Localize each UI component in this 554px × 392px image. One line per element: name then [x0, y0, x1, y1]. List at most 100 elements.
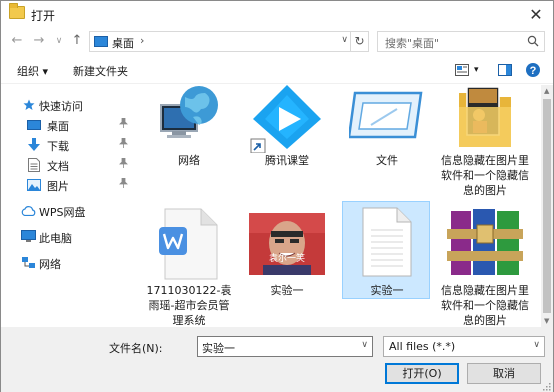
- photo-watermark-text: 袁尔一笑: [269, 252, 305, 264]
- download-icon: [28, 138, 40, 151]
- breadcrumb-chevron-icon[interactable]: ›: [140, 34, 144, 47]
- sidebar-item-pictures[interactable]: 图片: [1, 175, 139, 195]
- preview-pane-icon: [498, 64, 512, 76]
- cancel-button[interactable]: 取消: [467, 363, 541, 384]
- filename-value[interactable]: 实验一: [202, 340, 235, 356]
- change-view-button[interactable]: [455, 64, 469, 79]
- file-name: 腾讯课堂: [265, 154, 309, 167]
- search-icon[interactable]: [527, 35, 539, 47]
- sidebar-item-desktop[interactable]: 桌面: [1, 115, 139, 135]
- file-name: 1711030122-袁雨瑶-超市会员管理系统: [146, 284, 232, 327]
- refresh-icon: ↻: [354, 34, 365, 48]
- help-icon: ?: [526, 63, 540, 77]
- resize-grip-icon[interactable]: [541, 381, 551, 391]
- sidebar-item-downloads[interactable]: 下载: [1, 135, 139, 155]
- desktop-icon: [94, 36, 108, 47]
- pin-icon: [119, 117, 128, 131]
- close-button[interactable]: ✕: [519, 1, 553, 27]
- filename-input[interactable]: 实验一 ∨: [197, 336, 373, 357]
- help-button[interactable]: ?: [525, 62, 541, 81]
- forward-arrow-icon: →: [33, 33, 45, 48]
- sidebar-item-this-pc[interactable]: 此电脑: [1, 227, 139, 247]
- file-item[interactable]: 腾讯课堂: [243, 81, 331, 177]
- preview-pane-button[interactable]: [498, 64, 512, 79]
- photo-thumbnail-icon: 袁尔一笑: [249, 213, 325, 275]
- network-globe-icon: [160, 86, 218, 138]
- navigation-pane: 快速访问 桌面 下载 文档 图片 WPS网盘 此电脑 网络: [1, 85, 139, 325]
- scroll-up-icon[interactable]: ▲: [544, 87, 549, 95]
- file-name: 文件: [376, 154, 398, 167]
- refresh-button[interactable]: ↻: [350, 32, 368, 51]
- back-arrow-icon: ←: [11, 33, 23, 48]
- sidebar-item-label: 网络: [39, 258, 61, 271]
- desktop-icon: [27, 120, 41, 130]
- folder-app-icon: [9, 3, 25, 19]
- sidebar-item-quick-access[interactable]: 快速访问: [1, 95, 139, 115]
- wps-doc-icon: [159, 208, 218, 280]
- filename-label: 文件名(N):: [109, 342, 163, 355]
- file-item[interactable]: 信息隐藏在图片里软件和一个隐藏信息的图片: [441, 81, 529, 201]
- file-name: 信息隐藏在图片里软件和一个隐藏信息的图片: [441, 154, 529, 197]
- dialog-footer: 文件名(N): 实验一 ∨ All files (*.*) ∨ 打开(O) 取消: [1, 327, 553, 392]
- view-dropdown-icon[interactable]: ▾: [474, 65, 479, 75]
- sidebar-item-label: 桌面: [47, 120, 69, 133]
- folder-icon: [459, 86, 511, 147]
- search-input[interactable]: 搜索"桌面": [377, 31, 545, 52]
- file-name: 信息隐藏在图片里软件和一个隐藏信息的图片: [441, 284, 529, 327]
- cloud-icon: [21, 206, 36, 216]
- organize-dropdown-icon: ▾: [42, 65, 49, 78]
- sidebar-item-wps-cloud[interactable]: WPS网盘: [1, 201, 139, 221]
- organize-button[interactable]: 组织 ▾: [17, 63, 48, 79]
- address-bar[interactable]: 桌面 › ∨ ↻: [89, 31, 369, 52]
- up-arrow-icon: ↑: [71, 33, 83, 48]
- sidebar-item-network[interactable]: 网络: [1, 253, 139, 273]
- star-icon: [23, 99, 35, 110]
- new-folder-button[interactable]: 新建文件夹: [73, 63, 128, 79]
- view-layout-icon: [455, 64, 469, 76]
- sidebar-item-label: 图片: [47, 180, 69, 193]
- blank-file-icon: [362, 207, 412, 277]
- document-icon: [28, 158, 40, 172]
- chevron-down-icon[interactable]: ∨: [361, 340, 368, 350]
- address-dropdown-icon[interactable]: ∨: [341, 35, 348, 45]
- back-button[interactable]: ←: [9, 33, 25, 49]
- recent-locations-button[interactable]: ∨: [51, 33, 67, 49]
- open-file-dialog: 打开 ✕ ← → ∨ ↑ 桌面 › ∨ ↻ 搜索"桌面" 组织 ▾ 新建文件夹 …: [0, 0, 554, 392]
- file-item[interactable]: 1711030122-袁雨瑶-超市会员管理系统: [145, 205, 233, 327]
- svg-text:?: ?: [530, 65, 537, 77]
- computer-icon: [21, 230, 36, 242]
- file-item-selected[interactable]: 实验一: [342, 201, 430, 299]
- vertical-scrollbar[interactable]: ▲ ▼: [541, 85, 553, 327]
- shortcut-window-icon: [349, 91, 423, 139]
- scroll-down-icon[interactable]: ▼: [544, 317, 549, 325]
- file-item[interactable]: 文件: [343, 81, 431, 177]
- sidebar-item-label: 快速访问: [39, 100, 83, 113]
- pin-icon: [119, 137, 128, 151]
- organize-label: 组织: [17, 65, 39, 78]
- close-icon: ✕: [529, 4, 543, 24]
- scrollbar-thumb[interactable]: [543, 99, 551, 313]
- network-icon: [22, 257, 35, 268]
- open-button[interactable]: 打开(O): [385, 363, 459, 384]
- sidebar-item-label: 文档: [47, 160, 69, 173]
- file-item[interactable]: 信息隐藏在图片里软件和一个隐藏信息的图片: [441, 205, 529, 327]
- address-row: ← → ∨ ↑ 桌面 › ∨ ↻ 搜索"桌面": [1, 27, 553, 55]
- pin-icon: [119, 177, 128, 191]
- file-item[interactable]: 网络: [145, 81, 233, 177]
- up-button[interactable]: ↑: [69, 33, 85, 49]
- winrar-archive-icon: [447, 209, 523, 275]
- address-location[interactable]: 桌面: [112, 35, 134, 51]
- command-toolbar: 组织 ▾ 新建文件夹 ▾ ?: [1, 56, 553, 84]
- sidebar-item-label: 下载: [47, 140, 69, 153]
- sidebar-item-label: 此电脑: [39, 232, 72, 245]
- sidebar-item-label: WPS网盘: [39, 206, 86, 219]
- filetype-value: All files (*.*): [389, 340, 456, 353]
- filetype-select[interactable]: All files (*.*) ∨: [383, 336, 545, 357]
- file-item[interactable]: 袁尔一笑 实验一: [243, 205, 331, 301]
- chevron-down-icon: ∨: [533, 340, 540, 350]
- forward-button[interactable]: →: [31, 33, 47, 49]
- title-bar: 打开 ✕: [1, 1, 553, 27]
- sidebar-item-documents[interactable]: 文档: [1, 155, 139, 175]
- file-name: 实验一: [270, 284, 304, 297]
- tencent-classroom-icon: [250, 85, 321, 153]
